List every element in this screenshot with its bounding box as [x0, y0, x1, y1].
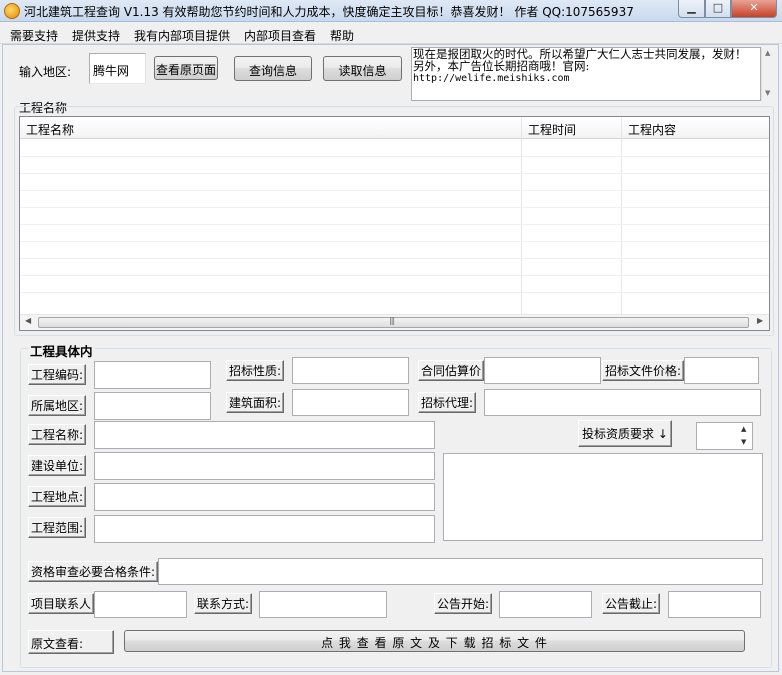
- building-area-label: 建筑面积:: [226, 392, 285, 413]
- bid-type-field[interactable]: [292, 357, 409, 384]
- project-code-label: 工程编码:: [28, 364, 87, 385]
- scope-field[interactable]: [94, 515, 435, 543]
- project-code-field[interactable]: [94, 361, 211, 389]
- column-divider: [621, 139, 622, 314]
- row-line: [20, 258, 769, 259]
- notice-start-label: 公告开始:: [434, 593, 493, 614]
- grip-icon: |||: [389, 316, 395, 325]
- scroll-up-icon[interactable]: ▲: [765, 49, 770, 57]
- scroll-right-icon[interactable]: ▶: [757, 316, 763, 325]
- region-detail-label: 所属地区:: [28, 395, 87, 416]
- scroll-down-icon[interactable]: ▼: [765, 89, 770, 97]
- row-line: [20, 275, 769, 276]
- qualification-requirement-button[interactable]: 投标资质要求 ↓: [578, 420, 672, 447]
- doc-price-field[interactable]: [684, 357, 759, 384]
- menu-need-support[interactable]: 需要支持: [10, 27, 58, 44]
- ad-url: http://welife.meishiks.com: [413, 73, 570, 84]
- qualification-conditions-field[interactable]: [158, 558, 763, 585]
- contact-method-label: 联系方式:: [194, 593, 253, 614]
- notice-end-field[interactable]: [668, 591, 761, 618]
- minimize-button[interactable]: ▁: [678, 0, 705, 18]
- contract-estimate-label: 合同估算价: [418, 360, 485, 381]
- project-name-field[interactable]: [94, 421, 435, 449]
- row-line: [20, 224, 769, 225]
- doc-price-label: 招标文件价格:: [602, 360, 685, 381]
- app-icon: [4, 3, 20, 19]
- view-original-page-button[interactable]: 查看原页面: [154, 56, 218, 80]
- row-line: [20, 292, 769, 293]
- download-original-button[interactable]: 点 我 查 看 原 文 及 下 载 招 标 文 件: [124, 630, 745, 652]
- notice-end-label: 公告截止:: [602, 593, 661, 614]
- contact-method-field[interactable]: [259, 591, 387, 618]
- details-group-title: 工程具体内: [28, 341, 95, 360]
- qualification-conditions-label: 资格审查必要合格条件:: [28, 561, 159, 582]
- builder-label: 建设单位:: [28, 455, 87, 476]
- original-view-label: 原文查看:: [28, 630, 114, 654]
- menu-help[interactable]: 帮助: [330, 27, 354, 44]
- window-title: 河北建筑工程查询 V1.13 有效帮助您节约时间和人力成本，快度确定主攻目标！恭…: [24, 5, 634, 19]
- menu-provide-support[interactable]: 提供支持: [72, 27, 120, 44]
- row-line: [20, 190, 769, 191]
- menu-submit-internal-project[interactable]: 我有内部项目提供: [134, 27, 230, 44]
- column-header-project-time[interactable]: 工程时间: [521, 118, 621, 139]
- stepper-up-icon[interactable]: ▲: [741, 425, 746, 433]
- bid-agent-label: 招标代理:: [418, 392, 477, 413]
- row-line: [20, 207, 769, 208]
- menu-view-internal-projects[interactable]: 内部项目查看: [244, 27, 316, 44]
- building-area-field[interactable]: [292, 389, 409, 416]
- project-name-label: 工程名称:: [28, 424, 87, 445]
- region-detail-field[interactable]: [94, 392, 211, 420]
- ad-scrollbar[interactable]: ▲ ▼: [761, 47, 774, 101]
- bid-type-label: 招标性质:: [226, 360, 285, 381]
- builder-field[interactable]: [94, 452, 435, 480]
- close-button[interactable]: ✕: [731, 0, 777, 18]
- column-header-project-content[interactable]: 工程内容: [621, 118, 769, 139]
- qualification-textbox[interactable]: [443, 453, 763, 541]
- scroll-left-icon[interactable]: ◀: [25, 316, 31, 325]
- scope-label: 工程范围:: [28, 517, 87, 538]
- contract-estimate-field[interactable]: [484, 357, 601, 384]
- maximize-button[interactable]: □: [705, 0, 731, 18]
- column-divider: [521, 139, 522, 314]
- stepper-down-icon[interactable]: ▼: [741, 438, 746, 446]
- location-label: 工程地点:: [28, 486, 87, 507]
- contact-person-label: 项目联系人: [28, 593, 95, 614]
- row-line: [20, 173, 769, 174]
- read-info-button[interactable]: 读取信息: [323, 56, 402, 81]
- contact-person-field[interactable]: [94, 591, 187, 618]
- region-label: 输入地区:: [19, 65, 72, 79]
- notice-start-field[interactable]: [499, 591, 592, 618]
- region-input[interactable]: 腾牛网: [89, 53, 146, 84]
- column-header-project-name[interactable]: 工程名称: [20, 118, 521, 139]
- location-field[interactable]: [94, 483, 435, 511]
- ad-text: 现在是报团取火的时代。所以希望广大仁人志士共同发展，发财！另外，本广告位长期招商…: [413, 47, 747, 73]
- row-line: [20, 241, 769, 242]
- bid-agent-field[interactable]: [484, 389, 761, 416]
- row-line: [20, 156, 769, 157]
- query-info-button[interactable]: 查询信息: [234, 56, 312, 81]
